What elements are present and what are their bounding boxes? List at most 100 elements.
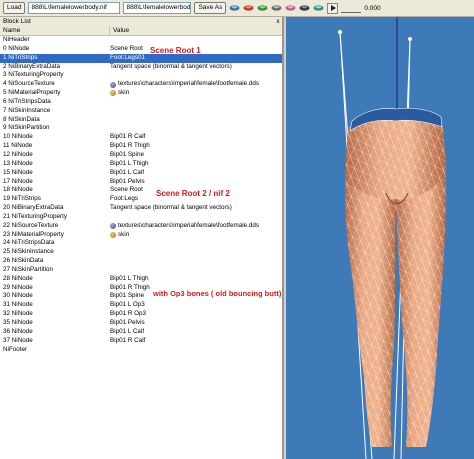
block-value: Foot:Legs01 [110,54,282,63]
block-name: 1 NiTriStrips [3,53,38,61]
block-list-row[interactable]: 27 NiSkinPartition [0,266,282,275]
block-list-row[interactable]: 15 NiNode Bip01 L Calf [0,169,282,178]
block-list-row[interactable]: 26 NiSkinData [0,257,282,266]
block-value-text: Bip01 L Calf [110,327,145,335]
block-name: 2 NiBinaryExtraData [3,62,61,70]
block-value: Bip01 L Thigh [110,275,282,284]
block-list-row[interactable]: 4 NiSourceTexture textures\characters\imp… [0,80,282,89]
block-list-row[interactable]: NiHeader [0,36,282,45]
shape-dark-icon[interactable] [299,4,310,12]
block-list-row[interactable]: 18 NiNode Scene Root [0,186,282,195]
block-name: 10 NiNode [3,133,33,141]
block-name: 21 NiTexturingProperty [3,212,68,220]
block-value: Bip01 Spine [110,151,282,160]
block-name: 29 NiNode [3,283,33,291]
render-viewport[interactable] [286,17,474,459]
block-list-row[interactable]: NiFooter [0,346,282,355]
annotation-scene-root-2: Scene Root 2 / nif 2 [156,189,230,198]
block-value-text: Foot:Legs [110,195,139,203]
block-list-header: Name Value [0,26,282,36]
block-list-row[interactable]: 12 NiNode Bip01 Spine [0,151,282,160]
block-name: 18 NiNode [3,186,33,194]
block-list-rows: NiHeader 0 NiNode Scene Root 1 NiTriStrips F… [0,36,282,354]
block-list-row[interactable]: 35 NiNode Bip01 Pelvis [0,319,282,328]
block-value [110,71,282,80]
block-name: 37 NiNode [3,336,33,344]
block-name: 5 NiMaterialProperty [3,89,61,97]
block-list-row[interactable]: 36 NiNode Bip01 L Calf [0,328,282,337]
block-list-row[interactable]: 22 NiSourceTexture textures\characters\im… [0,222,282,231]
block-list-row[interactable]: 2 NiBinaryExtraData Tangent space (binorm… [0,63,282,72]
save-path-field[interactable]: 888\L\femalelowerbody.nif [123,2,192,14]
block-list-row[interactable]: 13 NiNode Bip01 L Thigh [0,160,282,169]
block-value-text: Foot:Legs01 [110,53,146,61]
block-list-row[interactable]: 10 NiNode Bip01 R Calf [0,133,282,142]
block-list-title-bar: Block List x [0,17,282,26]
block-list-row[interactable]: 6 NiTriStripsData [0,98,282,107]
block-name: 8 NiSkinData [3,115,40,123]
block-list-row[interactable]: 5 NiMaterialProperty skin [0,89,282,98]
block-list-row[interactable]: 23 NiMaterialProperty skin [0,231,282,240]
block-list-row[interactable]: 31 NiNode Bip01 L Op3 [0,301,282,310]
block-name: 3 NiTexturingProperty [3,71,64,79]
block-name: 32 NiNode [3,310,33,318]
material-icon [110,90,116,97]
time-slider[interactable] [341,3,362,13]
block-list-row[interactable]: 1 NiTriStrips Foot:Legs01 [0,53,282,63]
shape-green-icon[interactable] [257,4,268,12]
time-value: 0.000 [364,4,381,12]
block-name: 20 NiBinaryExtraData [3,204,64,212]
column-header-value[interactable]: Value [110,26,282,35]
block-list-panel: Block List x Name Value NiHeader 0 NiNode… [0,17,284,459]
block-name: 25 NiSkinInstance [3,248,54,256]
legs-mesh [345,107,446,448]
block-value-text: Tangent space (binormal & tangent vector… [110,204,232,212]
block-list-row[interactable]: 19 NiTriStrips Foot:Legs [0,195,282,204]
block-value-text: Bip01 R Thigh [110,142,150,150]
block-list-row[interactable]: 7 NiSkinInstance [0,107,282,116]
block-name: 36 NiNode [3,327,33,335]
block-list-row[interactable]: 9 NiSkinPartition [0,124,282,133]
block-value: skin [110,231,282,240]
block-value-text: Tangent space (binormal & tangent vector… [110,62,232,70]
block-name: 31 NiNode [3,301,33,309]
block-value [110,239,282,248]
block-list-row[interactable]: 25 NiSkinInstance [0,248,282,257]
block-value [110,116,282,125]
load-button[interactable]: Load [3,2,26,14]
block-value: textures\characters\imperial\female\foot… [110,80,282,89]
block-value: Bip01 L Calf [110,169,282,178]
save-as-button[interactable]: Save As [194,2,227,14]
texture-icon [110,223,116,230]
block-list-row[interactable]: 17 NiNode Bip01 Pelvis [0,178,282,187]
toolbar: Load 888\L\femalelowerbody.nif 888\L\fem… [0,0,474,17]
block-value [110,257,282,266]
block-list-row[interactable]: 11 NiNode Bip01 R Thigh [0,142,282,151]
bone-joint [408,37,412,41]
shape-blue-icon[interactable] [229,4,240,12]
block-value: Tangent space (binormal & tangent vector… [110,63,282,72]
block-list-row[interactable]: 21 NiTexturingProperty [0,213,282,222]
block-list-row[interactable]: 32 NiNode Bip01 R Op3 [0,310,282,319]
block-list-row[interactable]: 28 NiNode Bip01 L Thigh [0,275,282,284]
block-list-row[interactable]: 8 NiSkinData [0,116,282,125]
block-list-row[interactable]: 0 NiNode Scene Root [0,45,282,54]
block-value: Bip01 R Calf [110,133,282,142]
play-icon[interactable] [327,2,339,14]
block-list-row[interactable]: 24 NiTriStripsData [0,239,282,248]
block-list-row[interactable]: 20 NiBinaryExtraData Tangent space (binor… [0,204,282,213]
shape-teal-icon[interactable] [313,4,324,12]
block-name: 30 NiNode [3,292,33,300]
mesh-render [338,17,446,459]
shape-gray-icon[interactable] [271,4,282,12]
block-name: 7 NiSkinInstance [3,106,51,114]
close-icon[interactable]: x [274,17,282,26]
shape-red-icon[interactable] [243,4,254,12]
block-value-text: skin [118,230,130,238]
block-name: 4 NiSourceTexture [3,80,55,88]
load-path-field[interactable]: 888\L\femalelowerbody.nif [28,2,121,14]
column-header-name[interactable]: Name [0,26,110,35]
shape-pink-icon[interactable] [285,4,296,12]
block-list-row[interactable]: 37 NiNode Bip01 R Calf [0,337,282,346]
block-list-row[interactable]: 3 NiTexturingProperty [0,71,282,80]
